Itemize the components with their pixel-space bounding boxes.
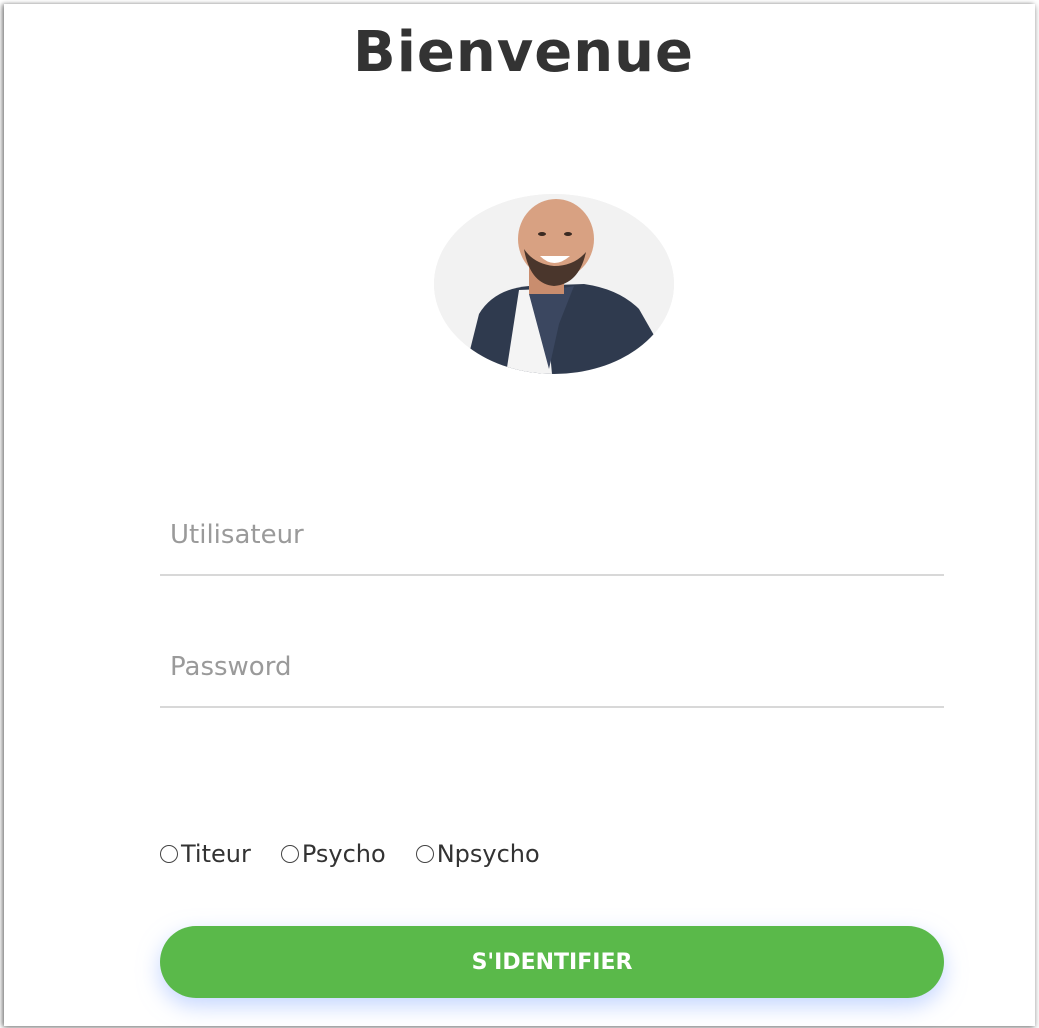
user-avatar — [434, 194, 674, 374]
radio-label: Titeur — [181, 840, 251, 868]
radio-circle-icon[interactable] — [280, 845, 299, 863]
role-radio-group: Titeur Psycho Npsycho — [160, 840, 570, 868]
radio-label: Psycho — [301, 840, 386, 868]
radio-titeur[interactable]: Titeur — [160, 840, 251, 868]
login-button[interactable]: S'IDENTIFIER — [160, 926, 944, 998]
radio-psycho[interactable]: Psycho — [280, 840, 386, 868]
password-input[interactable] — [170, 652, 944, 682]
avatar-image — [434, 194, 674, 374]
login-panel: Bienvenue T — [4, 4, 1035, 1026]
username-input[interactable] — [170, 520, 944, 550]
password-field-wrapper — [160, 636, 944, 708]
radio-label: Npsycho — [436, 840, 540, 868]
radio-circle-icon[interactable] — [160, 845, 178, 863]
page-title: Bienvenue — [353, 20, 694, 85]
radio-circle-icon[interactable] — [415, 845, 434, 863]
username-field-wrapper — [160, 504, 944, 576]
radio-npsycho[interactable]: Npsycho — [415, 840, 540, 868]
